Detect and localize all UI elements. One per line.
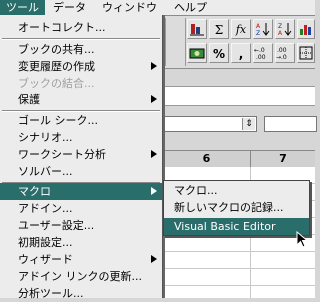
decrease-decimal-button[interactable]: .00 →.0 [275,43,295,63]
toolbar: Σ fx A Z Z A % , ←.0 .00 .00 →.0 [163,16,315,69]
menu-item-track-changes[interactable]: 変更履歴の作成 [0,58,162,75]
formula-bar[interactable] [163,86,315,106]
svg-text:←.0: ←.0 [254,47,265,54]
column-header-row: 6 7 [163,150,315,168]
sort-ascending-icon: A Z [256,23,270,37]
menu-item-solver[interactable]: ソルバー... [0,163,162,180]
percent-button[interactable]: % [209,43,229,63]
chart-wizard-button[interactable] [297,19,315,39]
chart-wizard-icon [300,25,311,35]
menu-item-wizard[interactable]: ウィザード [0,251,162,268]
updown-arrow-icon[interactable]: ⇕ [242,118,255,130]
menu-bar: ツール データ ウィンドウ ヘルプ [0,0,315,16]
submenu-arrow-icon [151,150,157,158]
function-wizard-button[interactable]: fx [231,19,251,39]
menu-data[interactable]: データ [47,0,92,15]
increase-decimal-button[interactable]: ←.0 .00 [253,43,273,63]
menu-item-autocorrect[interactable]: オートコレクト... [0,19,162,36]
percent-icon: % [212,47,226,61]
submenu-arrow-icon [151,255,157,263]
sigma-icon: Σ [214,23,224,37]
menu-item-protection[interactable]: 保護 [0,91,162,108]
currency-button[interactable] [187,43,207,63]
tools-menu: オートコレクト... ブックの共有... 変更履歴の作成 ブックの結合... 保… [0,15,163,300]
autosum-button[interactable]: Σ [209,19,229,39]
comma-icon: , [238,47,244,61]
menu-window[interactable]: ウィンドウ [96,0,163,15]
increase-decimal-icon: ←.0 .00 [254,47,266,61]
formula-input[interactable] [264,116,317,132]
menu-item-merge-books: ブックの結合... [18,77,95,90]
chart-icon[interactable] [187,19,207,39]
submenu-arrow-icon [151,187,157,195]
menu-item-addins[interactable]: アドイン... [0,200,162,217]
menu-item-goal-seek[interactable]: ゴール シーク... [0,112,162,129]
submenu-item-record-new-macro[interactable]: 新しいマクロの記録... [164,199,309,216]
svg-text:Z: Z [256,30,260,37]
decrease-decimal-icon: .00 →.0 [276,47,287,61]
mouse-pointer-icon [296,231,309,248]
menu-item-macro[interactable]: マクロ [0,183,162,200]
svg-text:A: A [256,23,261,30]
fx-icon: fx [235,23,247,36]
currency-icon [189,48,205,59]
column-header-7[interactable]: 7 [251,151,315,167]
menu-item-customize[interactable]: ユーザー設定... [0,217,162,234]
name-box[interactable]: ⇕ [163,116,257,132]
menu-item-options[interactable]: 初期設定... [0,234,162,251]
sort-descending-button[interactable]: Z A [275,19,295,39]
menu-item-auditing[interactable]: ワークシート分析 [0,146,162,163]
svg-text:.00: .00 [277,47,287,54]
svg-text:A: A [278,30,283,37]
sort-ascending-button[interactable]: A Z [253,19,273,39]
svg-text:→.0: →.0 [276,54,287,61]
submenu-arrow-icon [151,95,157,103]
submenu-arrow-icon [151,62,157,70]
svg-text:Z: Z [278,23,282,30]
sort-descending-icon: Z A [278,23,292,37]
column-header-6[interactable]: 6 [163,151,251,167]
menu-item-update-addin-links[interactable]: アドイン リンクの更新... [0,268,162,285]
menu-item-scenarios[interactable]: シナリオ... [0,129,162,146]
submenu-item-macros[interactable]: マクロ... [164,182,309,199]
svg-text:.00: .00 [256,54,266,61]
borders-button[interactable] [297,43,315,63]
menu-item-share-book[interactable]: ブックの共有... [0,41,162,58]
menu-tools[interactable]: ツール [0,0,45,15]
menu-item-analysis-tools[interactable]: 分析ツール... [0,285,162,302]
menu-help[interactable]: ヘルプ [168,0,213,15]
comma-button[interactable]: , [231,43,251,63]
borders-icon [299,46,313,60]
submenu-item-visual-basic-editor[interactable]: Visual Basic Editor [164,218,309,235]
macro-submenu: マクロ... 新しいマクロの記録... Visual Basic Editor [163,180,310,236]
